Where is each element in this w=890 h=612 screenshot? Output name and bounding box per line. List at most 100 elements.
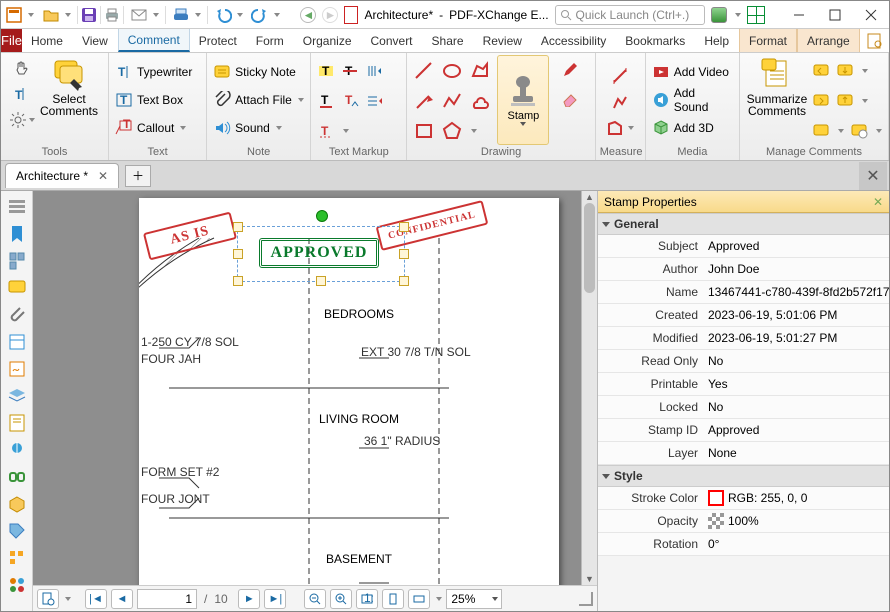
zoom-out-button[interactable] <box>304 589 326 609</box>
resize-grip-icon[interactable] <box>579 592 593 606</box>
oval-icon[interactable] <box>441 60 463 82</box>
options-icon[interactable] <box>7 197 27 217</box>
resize-handle[interactable] <box>233 249 243 259</box>
signatures-pane-icon[interactable] <box>7 359 27 379</box>
sound-button[interactable]: Sound <box>211 114 306 142</box>
page-first-button[interactable]: |◄ <box>85 589 107 609</box>
scroll-up-icon[interactable]: ▲ <box>582 191 597 203</box>
dropdown-icon[interactable] <box>298 98 304 102</box>
sticky-note-button[interactable]: Sticky Note <box>211 58 306 86</box>
typewriter-button[interactable]: TTypewriter <box>113 58 202 86</box>
close-tab-icon[interactable]: ✕ <box>96 169 110 183</box>
zoom-fitwidth-button[interactable] <box>408 589 430 609</box>
prop-printable[interactable]: PrintableYes <box>598 373 889 396</box>
order-pane-icon[interactable] <box>7 548 27 568</box>
dropdown-icon[interactable] <box>862 99 868 103</box>
prop-opacity[interactable]: Opacity100% <box>598 510 889 533</box>
undo-icon[interactable] <box>214 6 232 24</box>
tab-share[interactable]: Share <box>423 29 474 52</box>
dropdown-icon[interactable] <box>876 129 882 133</box>
dropdown-icon[interactable] <box>274 13 280 17</box>
tab-bookmarks[interactable]: Bookmarks <box>616 29 695 52</box>
file-menu[interactable]: File <box>1 29 22 52</box>
bookmarks-pane-icon[interactable] <box>7 224 27 244</box>
page-options-icon[interactable] <box>37 589 59 609</box>
select-comments-button[interactable]: Select Comments <box>39 55 99 117</box>
add-sound-button[interactable]: Add Sound <box>650 86 735 114</box>
scan-icon[interactable] <box>172 6 190 24</box>
quick-launch-input[interactable]: Quick Launch (Ctrl+.) <box>555 5 705 25</box>
dropdown-icon[interactable] <box>471 129 477 133</box>
caret-icon[interactable]: T <box>341 92 359 110</box>
summarize-comments-button[interactable]: Summarize Comments <box>744 55 810 117</box>
dropdown-icon[interactable] <box>195 13 201 17</box>
close-doc-button[interactable]: ✕ <box>859 162 887 190</box>
comment-import-icon[interactable] <box>836 62 854 80</box>
canvas[interactable]: BEDROOMS LIVING ROOM BASEMENT <box>33 191 597 585</box>
dropdown-icon[interactable] <box>276 126 282 130</box>
window-close-button[interactable] <box>853 1 889 28</box>
prop-rotation[interactable]: Rotation0° <box>598 533 889 556</box>
ui-options-icon[interactable] <box>711 7 727 23</box>
comment-options-icon[interactable] <box>850 122 868 140</box>
dropdown-icon[interactable] <box>735 13 741 17</box>
add-3d-button[interactable]: Add 3D <box>650 114 735 142</box>
tab-review[interactable]: Review <box>474 29 532 52</box>
zoom-level-input[interactable]: 25% <box>446 589 502 609</box>
close-panel-icon[interactable]: ✕ <box>873 195 883 209</box>
tab-arrange[interactable]: Arrange <box>797 29 860 52</box>
email-icon[interactable] <box>130 6 148 24</box>
prop-subject[interactable]: SubjectApproved <box>598 235 889 258</box>
rectangle-icon[interactable] <box>413 120 435 142</box>
find-tool-icon[interactable] <box>866 32 884 50</box>
tab-comment[interactable]: Comment <box>118 29 190 52</box>
attach-file-button[interactable]: Attach File <box>211 86 306 114</box>
prop-locked[interactable]: LockedNo <box>598 396 889 419</box>
cloud-icon[interactable] <box>469 90 491 112</box>
dropdown-icon[interactable] <box>838 129 844 133</box>
zoom-in-button[interactable] <box>330 589 352 609</box>
callout-button[interactable]: TCallout <box>113 114 202 142</box>
text-correction-icon[interactable]: T <box>317 122 335 140</box>
dropdown-icon[interactable] <box>237 13 243 17</box>
dropdown-icon[interactable] <box>520 122 526 126</box>
print-icon[interactable] <box>103 6 121 24</box>
prop-layer[interactable]: LayerNone <box>598 442 889 465</box>
dropdown-icon[interactable] <box>65 13 71 17</box>
prop-readonly[interactable]: Read OnlyNo <box>598 350 889 373</box>
redo-icon[interactable] <box>251 6 269 24</box>
comment-show-icon[interactable] <box>812 122 830 140</box>
nav-fwd-icon[interactable]: ► <box>322 7 338 23</box>
section-style[interactable]: Style <box>598 465 889 487</box>
dropdown-icon[interactable] <box>65 597 71 601</box>
tab-view[interactable]: View <box>73 29 118 52</box>
opacity-swatch-icon[interactable] <box>708 513 724 529</box>
distance-icon[interactable] <box>611 67 629 85</box>
dropdown-icon[interactable] <box>180 126 186 130</box>
fit-icon[interactable] <box>747 6 765 24</box>
polygon-icon[interactable] <box>441 120 463 142</box>
3dviews-pane-icon[interactable] <box>7 494 27 514</box>
tab-protect[interactable]: Protect <box>190 29 247 52</box>
underline-icon[interactable]: T <box>317 92 335 110</box>
app-menu-icon[interactable] <box>5 6 23 24</box>
tab-form[interactable]: Form <box>247 29 294 52</box>
tags-pane-icon[interactable] <box>7 521 27 541</box>
line-icon[interactable] <box>413 60 435 82</box>
maximize-button[interactable] <box>817 1 853 28</box>
highlight-icon[interactable]: T <box>317 62 335 80</box>
document-tab[interactable]: Architecture * ✕ <box>5 163 119 188</box>
open-icon[interactable] <box>42 6 60 24</box>
stamp-approved[interactable]: APPROVED <box>259 238 379 268</box>
comment-export-icon[interactable] <box>836 92 854 110</box>
resize-handle[interactable] <box>233 222 243 232</box>
resize-handle[interactable] <box>316 276 326 286</box>
nav-back-icon[interactable]: ◄ <box>300 7 316 23</box>
arrow-icon[interactable] <box>413 90 435 112</box>
hand-tool-icon[interactable] <box>13 59 31 77</box>
tab-accessibility[interactable]: Accessibility <box>532 29 616 52</box>
eraser-icon[interactable] <box>561 89 579 107</box>
tab-organize[interactable]: Organize <box>294 29 362 52</box>
comments-pane-icon[interactable] <box>7 278 27 298</box>
polygon-line-icon[interactable] <box>469 60 491 82</box>
